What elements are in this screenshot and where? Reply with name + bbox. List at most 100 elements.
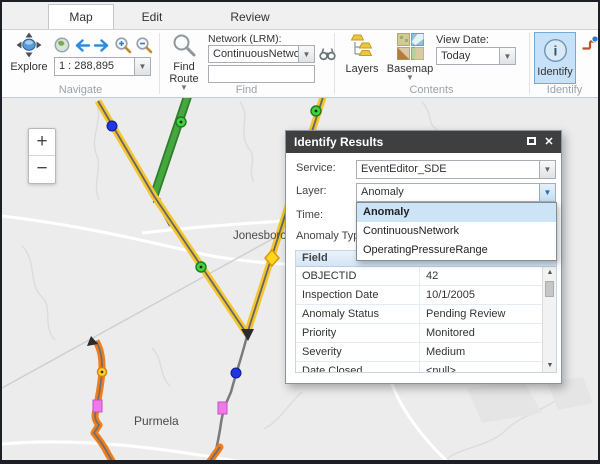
previous-extent-icon[interactable]: [73, 39, 91, 57]
next-extent-icon[interactable]: [93, 39, 111, 57]
ribbon-tabstrip: Map Edit Review: [2, 2, 598, 30]
identify-route-location-icon[interactable]: [581, 35, 599, 57]
identify-results-panel: Identify Results ✕ Service: EventEditor_…: [285, 130, 562, 384]
tab-edit[interactable]: Edit: [120, 5, 184, 29]
pink-square-marker[interactable]: [93, 400, 102, 412]
basemap-button[interactable]: Basemap ▼: [386, 33, 434, 81]
chevron-down-icon: ▼: [406, 75, 414, 81]
layers-label: Layers: [345, 64, 378, 75]
chevron-down-icon[interactable]: ▼: [134, 58, 150, 75]
layer-combobox[interactable]: Anomaly ▼: [356, 183, 556, 202]
map-zoom-control: + −: [28, 128, 56, 184]
identify-label: Identify: [537, 66, 572, 78]
identify-icon: i: [543, 38, 568, 66]
field-cell: Severity: [296, 343, 420, 361]
explore-label: Explore: [10, 62, 47, 73]
network-lrm-label: Network (LRM):: [208, 33, 282, 45]
group-label-navigate: Navigate: [2, 84, 159, 96]
network-value: ContinuousNetwork: [209, 46, 298, 62]
table-row[interactable]: Anomaly Status Pending Review: [296, 305, 556, 324]
panel-title: Identify Results: [294, 135, 383, 149]
group-label-find: Find: [159, 84, 334, 96]
scale-value: 1 : 288,895: [55, 58, 134, 75]
green-point-marker[interactable]: [196, 262, 206, 272]
view-date-combobox[interactable]: Today ▼: [436, 47, 516, 65]
map-zoom-in-button[interactable]: +: [29, 129, 55, 156]
explore-button[interactable]: Explore: [6, 32, 52, 73]
field-cell: Inspection Date: [296, 286, 420, 304]
blue-point-marker[interactable]: [107, 121, 117, 131]
panel-titlebar[interactable]: Identify Results ✕: [286, 131, 561, 153]
layer-dropdown-list: Anomaly ContinuousNetwork OperatingPress…: [356, 202, 557, 261]
chevron-down-icon[interactable]: ▼: [539, 161, 555, 178]
field-cell: Date Closed: [296, 362, 420, 373]
chevron-down-icon[interactable]: ▼: [499, 48, 515, 64]
table-row[interactable]: Inspection Date 10/1/2005: [296, 286, 556, 305]
blue-point-marker[interactable]: [231, 368, 241, 378]
time-label: Time:: [296, 209, 323, 221]
scale-combobox[interactable]: 1 : 288,895 ▼: [54, 57, 151, 76]
layers-icon: [348, 33, 376, 63]
close-button[interactable]: ✕: [543, 136, 555, 148]
chevron-down-icon[interactable]: ▼: [539, 184, 555, 201]
field-cell: OBJECTID: [296, 267, 420, 285]
route-input[interactable]: [208, 65, 315, 83]
value-cell: <null>: [420, 362, 556, 373]
pink-square-marker[interactable]: [218, 402, 227, 414]
table-row[interactable]: OBJECTID 42: [296, 267, 556, 286]
view-date-label: View Date:: [436, 34, 489, 46]
field-cell: Priority: [296, 324, 420, 342]
view-date-value: Today: [437, 48, 499, 64]
zoom-in-icon[interactable]: [114, 36, 132, 59]
map-zoom-out-button[interactable]: −: [29, 156, 55, 183]
maximize-button[interactable]: [525, 136, 537, 148]
chevron-down-icon[interactable]: ▼: [298, 46, 314, 62]
field-cell: Anomaly Status: [296, 305, 420, 323]
scroll-up-icon[interactable]: ▲: [543, 267, 557, 279]
find-route-label-1: Find: [173, 62, 194, 73]
binoculars-icon[interactable]: [319, 46, 336, 66]
maximize-icon: [527, 137, 536, 145]
arrowhead-icon: [241, 329, 254, 341]
layer-value: Anomaly: [357, 184, 539, 201]
green-point-marker[interactable]: [311, 106, 321, 116]
basemap-icon: [397, 33, 424, 63]
table-row[interactable]: Date Closed <null>: [296, 362, 556, 373]
value-cell: Monitored: [420, 324, 556, 342]
value-cell: Medium: [420, 343, 556, 361]
scrollbar-thumb[interactable]: [545, 281, 554, 297]
table-scrollbar[interactable]: ▲ ▼: [542, 267, 556, 372]
explore-icon: [16, 32, 42, 61]
network-combobox[interactable]: ContinuousNetwork ▼: [208, 45, 315, 63]
value-cell: 42: [420, 267, 556, 285]
find-route-button[interactable]: Find Route ▼: [164, 33, 204, 91]
app-window: Map Edit Review Explore: [0, 0, 600, 464]
attributes-table: Field Value OBJECTID 42 Inspection Date …: [295, 250, 557, 373]
town-label: Jonesboro: [233, 230, 287, 242]
tab-map[interactable]: Map: [48, 4, 114, 29]
full-extent-globe-icon[interactable]: [54, 37, 70, 58]
green-point-marker[interactable]: [176, 117, 186, 127]
dropdown-option-anomaly[interactable]: Anomaly: [357, 203, 556, 222]
green-route-line[interactable]: [154, 98, 188, 196]
scroll-down-icon[interactable]: ▼: [543, 360, 557, 372]
group-label-identify: Identify: [529, 84, 600, 96]
find-route-magnifier-icon: [172, 33, 197, 61]
group-label-contents: Contents: [334, 84, 529, 96]
yellow-point-marker[interactable]: [98, 368, 107, 377]
table-row[interactable]: Priority Monitored: [296, 324, 556, 343]
ribbon: Explore: [2, 30, 598, 98]
gray-route-line: [213, 336, 247, 460]
service-value: EventEditor_SDE: [357, 161, 539, 178]
tab-review[interactable]: Review: [214, 5, 286, 29]
table-row[interactable]: Severity Medium: [296, 343, 556, 362]
svg-text:i: i: [553, 43, 557, 59]
town-label: Purmela: [134, 414, 179, 428]
value-cell: Pending Review: [420, 305, 556, 323]
identify-button[interactable]: i Identify: [534, 32, 576, 84]
dropdown-option-operatingpressurerange[interactable]: OperatingPressureRange: [357, 241, 556, 260]
layers-button[interactable]: Layers: [342, 33, 382, 75]
zoom-out-icon[interactable]: [135, 36, 153, 59]
dropdown-option-continuousnetwork[interactable]: ContinuousNetwork: [357, 222, 556, 241]
service-combobox[interactable]: EventEditor_SDE ▼: [356, 160, 556, 179]
